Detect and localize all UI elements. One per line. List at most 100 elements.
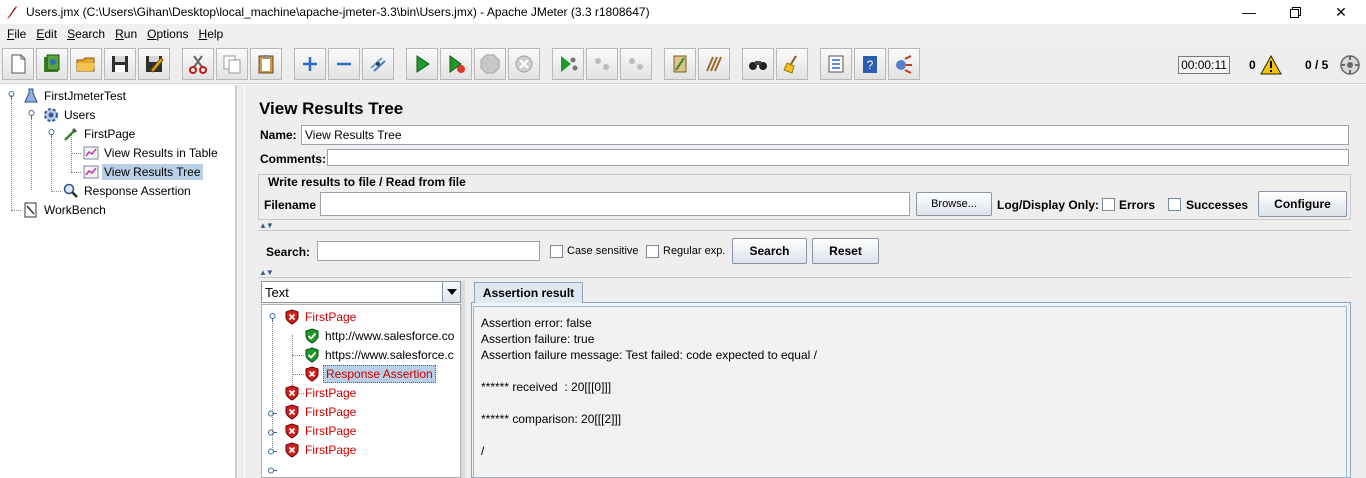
log-display-label: Log/Display Only: [997, 198, 1100, 212]
function-helper-button[interactable] [820, 48, 852, 80]
errors-label: Errors [1119, 198, 1156, 212]
assertion-result-text[interactable]: Assertion error: false Assertion failure… [473, 306, 1347, 478]
menu-file[interactable]: File [2, 27, 31, 41]
start-icon [416, 55, 430, 73]
name-field[interactable]: View Results Tree [301, 125, 1349, 145]
save-as-button[interactable] [138, 48, 170, 80]
result-item-failed[interactable]: FirstPage [283, 403, 358, 421]
chevron-down-icon [442, 282, 460, 302]
configure-button[interactable]: Configure [1258, 191, 1347, 217]
new-button[interactable] [2, 48, 34, 80]
tree-connector [11, 210, 21, 211]
menu-file-label: ile [14, 27, 27, 41]
remote-engines-icon [1339, 54, 1361, 79]
shutdown-button[interactable] [508, 48, 540, 80]
menu-help[interactable]: Help [194, 27, 229, 41]
result-item-failed[interactable]: FirstPage [283, 441, 358, 459]
browse-button[interactable]: Browse... [916, 192, 992, 216]
menu-run[interactable]: Run [110, 27, 142, 41]
expand-button[interactable] [294, 48, 326, 80]
tree-item-label: FirstPage [84, 126, 136, 141]
result-item-success[interactable]: http://www.salesforce.co [303, 327, 456, 345]
result-item-assertion-failed[interactable]: Response Assertion [303, 365, 436, 383]
minimize-button[interactable]: — [1226, 0, 1272, 24]
regex-checkbox[interactable] [646, 245, 659, 258]
reset-search-button[interactable] [776, 48, 808, 80]
maximize-button[interactable] [1272, 0, 1318, 24]
remote-start-button[interactable] [552, 48, 584, 80]
comments-field[interactable] [327, 149, 1349, 166]
menu-options[interactable]: Options [142, 27, 193, 41]
result-item-success[interactable]: https://www.salesforce.c [303, 346, 456, 364]
remote-stop-button[interactable] [586, 48, 618, 80]
search-button[interactable]: Search [732, 238, 807, 264]
jmeter-feather-icon [4, 4, 20, 20]
workbench-icon [22, 201, 40, 219]
result-tree-scrollbar[interactable] [461, 281, 465, 478]
tree-item-view-results-table[interactable]: View Results in Table [82, 143, 220, 162]
paste-button[interactable] [250, 48, 282, 80]
tree-collapsed-handle-icon[interactable] [268, 447, 277, 456]
tree-collapsed-handle-icon[interactable] [268, 409, 277, 418]
tree-item-view-results-tree[interactable]: View Results Tree [82, 162, 203, 181]
tree-item-test-plan[interactable]: FirstJmeterTest [22, 86, 128, 105]
search-label: Search: [266, 245, 311, 259]
menu-search[interactable]: Search [62, 27, 110, 41]
menu-edit[interactable]: Edit [31, 27, 62, 41]
failure-shield-icon [283, 403, 301, 421]
start-button[interactable] [406, 48, 438, 80]
test-plan-flask-icon [22, 87, 40, 105]
stop-button[interactable] [474, 48, 506, 80]
start-no-pause-button[interactable] [440, 48, 472, 80]
close-button[interactable]: ✕ [1318, 0, 1364, 24]
tree-expanded-handle-icon[interactable] [27, 110, 36, 119]
split-arrows-icon[interactable]: ▲▼ [259, 268, 274, 277]
errors-checkbox[interactable] [1102, 198, 1115, 211]
templates-button[interactable] [36, 48, 68, 80]
assertion-line: Assertion error: false [481, 316, 592, 330]
search-button[interactable] [742, 48, 774, 80]
collapse-icon [337, 62, 351, 66]
tree-collapsed-handle-icon[interactable] [268, 428, 277, 437]
clear-all-button[interactable] [698, 48, 730, 80]
collapse-button[interactable] [328, 48, 360, 80]
tree-collapsed-handle-icon[interactable] [268, 466, 277, 475]
remote-start-all-icon [896, 55, 912, 74]
warning-icon[interactable] [1260, 54, 1282, 78]
result-item-failed[interactable]: FirstPage [283, 384, 358, 402]
toggle-button[interactable] [362, 48, 394, 80]
tab-assertion-result[interactable]: Assertion result [474, 282, 583, 303]
success-shield-icon [303, 327, 321, 345]
successes-checkbox[interactable] [1168, 198, 1181, 211]
tree-expanded-handle-icon[interactable] [47, 129, 56, 138]
renderer-select[interactable]: Text [261, 281, 461, 303]
result-item-failed[interactable]: FirstPage [283, 422, 358, 440]
filename-field[interactable] [320, 192, 910, 216]
save-button[interactable] [104, 48, 136, 80]
tree-item-thread-group[interactable]: Users [42, 105, 97, 124]
tree-expanded-handle-icon[interactable] [268, 313, 277, 322]
result-item-failed[interactable]: FirstPage [283, 308, 358, 326]
tree-item-response-assertion[interactable]: Response Assertion [62, 181, 193, 200]
search-input[interactable] [317, 241, 540, 261]
tree-expanded-handle-icon[interactable] [7, 91, 16, 100]
tree-item-http-sampler[interactable]: FirstPage [62, 124, 137, 143]
open-button[interactable] [70, 48, 102, 80]
remote-shutdown-button[interactable] [620, 48, 652, 80]
failure-shield-icon [283, 384, 301, 402]
tree-item-workbench[interactable]: WorkBench [22, 200, 108, 219]
case-sensitive-checkbox[interactable] [550, 245, 563, 258]
result-item-label: FirstPage [305, 310, 357, 324]
title-bar: Users.jmx (C:\Users\Gihan\Desktop\local_… [0, 0, 1366, 24]
split-pane-divider[interactable] [236, 85, 244, 478]
copy-button[interactable] [216, 48, 248, 80]
split-arrows-icon[interactable]: ▲▼ [259, 221, 274, 230]
start-no-pause-icon [449, 55, 465, 73]
menu-bar: File Edit Search Run Options Help [0, 24, 1366, 44]
cut-button[interactable] [182, 48, 214, 80]
reset-button[interactable]: Reset [812, 238, 879, 264]
clear-button[interactable] [664, 48, 696, 80]
help-button[interactable]: ? [854, 48, 886, 80]
result-item-label: FirstPage [305, 424, 357, 438]
remote-start-all-button[interactable] [888, 48, 920, 80]
